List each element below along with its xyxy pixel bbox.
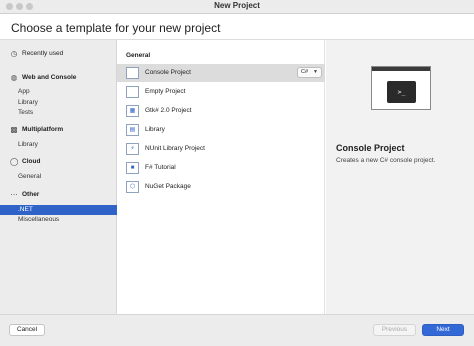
category-sidebar: ◷ Recently used ◍ Web and Console App Li… [0,40,117,314]
template-nuget-package[interactable]: ⬡ NuGet Package [117,178,325,196]
dialog-header: Choose a template for your new project [0,14,474,40]
sidebar-group-other[interactable]: ⋯ Other [0,190,117,200]
globe-icon: ◍ [10,73,18,82]
template-label: F# Tutorial [145,164,176,171]
sidebar-item-label: Recently used [22,50,64,57]
nuget-icon: ⬡ [126,181,139,193]
sidebar-group-label: Other [22,191,40,198]
title-bar: New Project [0,0,474,14]
sidebar-item-label: General [18,173,42,180]
sidebar-item-miscellaneous[interactable]: Miscellaneous [0,215,117,225]
sidebar-item-app[interactable]: App [0,87,117,97]
sidebar-item-label: Library [18,141,38,148]
dialog-footer: Cancel Previous Next [0,314,474,346]
sidebar-item-tests[interactable]: Tests [0,108,117,118]
template-gtk-project[interactable]: ▦ Gtk# 2.0 Project [117,102,325,120]
template-list: General Console Project C# ▼ Empty Proje… [117,40,325,314]
sidebar-item-library[interactable]: Library [0,98,117,108]
console-icon [126,67,139,79]
sidebar-item-multiplatform-library[interactable]: Library [0,140,117,150]
sidebar-group-label: Multiplatform [22,126,64,133]
sidebar-item-label: App [18,88,30,95]
sidebar-item-label: .NET [18,206,33,213]
nunit-icon: ⚡ [126,143,139,155]
template-nunit-library[interactable]: ⚡ NUnit Library Project [117,140,325,158]
previous-button[interactable]: Previous [373,324,416,336]
cancel-button[interactable]: Cancel [9,324,45,336]
terminal-icon: >_ [387,81,416,103]
page-title: Choose a template for your new project [11,21,221,35]
library-icon: ▤ [126,124,139,136]
template-label: Gtk# 2.0 Project [145,107,192,114]
empty-project-icon [126,86,139,98]
next-button[interactable]: Next [422,324,464,336]
sidebar-item-label: Miscellaneous [18,216,60,223]
sidebar-group-web-and-console[interactable]: ◍ Web and Console [0,73,117,83]
template-detail-panel: >_ Console Project Creates a new C# cons… [326,40,474,314]
sidebar-item-general[interactable]: General [0,172,117,182]
console-preview-image: >_ [371,66,431,110]
template-library[interactable]: ▤ Library [117,121,325,139]
devices-icon: ▩ [10,125,18,134]
template-label: NuGet Package [145,183,191,190]
language-select[interactable]: C# ▼ [297,67,322,78]
detail-title: Console Project [336,143,405,153]
section-label: General [126,52,151,59]
cloud-icon: ◯ [10,157,19,166]
gtk-icon: ▦ [126,105,139,117]
template-label: Console Project [145,69,191,76]
chevron-down-icon: ▼ [313,69,318,75]
sidebar-item-label: Library [18,99,38,106]
template-console-project[interactable]: Console Project C# ▼ [117,64,325,82]
sidebar-group-label: Web and Console [22,74,77,81]
template-fsharp-tutorial[interactable]: ■ F# Tutorial [117,159,325,177]
sidebar-group-multiplatform[interactable]: ▩ Multiplatform [0,125,117,135]
template-label: Empty Project [145,88,186,95]
preview-window-bar [372,67,430,71]
sidebar-item-label: Tests [18,109,34,116]
template-empty-project[interactable]: Empty Project [117,83,325,101]
fsharp-icon: ■ [126,162,139,174]
template-label: Library [145,126,165,133]
ellipsis-icon: ⋯ [10,190,18,199]
language-value: C# [301,69,309,75]
template-label: NUnit Library Project [145,145,205,152]
sidebar-item-recently-used[interactable]: ◷ Recently used [0,49,117,59]
sidebar-group-label: Cloud [22,158,41,165]
sidebar-item-dotnet[interactable]: .NET [0,205,117,215]
detail-description: Creates a new C# console project. [336,157,436,164]
sidebar-group-cloud[interactable]: ◯ Cloud [0,157,117,167]
window-title: New Project [214,1,260,10]
clock-icon: ◷ [10,49,18,58]
